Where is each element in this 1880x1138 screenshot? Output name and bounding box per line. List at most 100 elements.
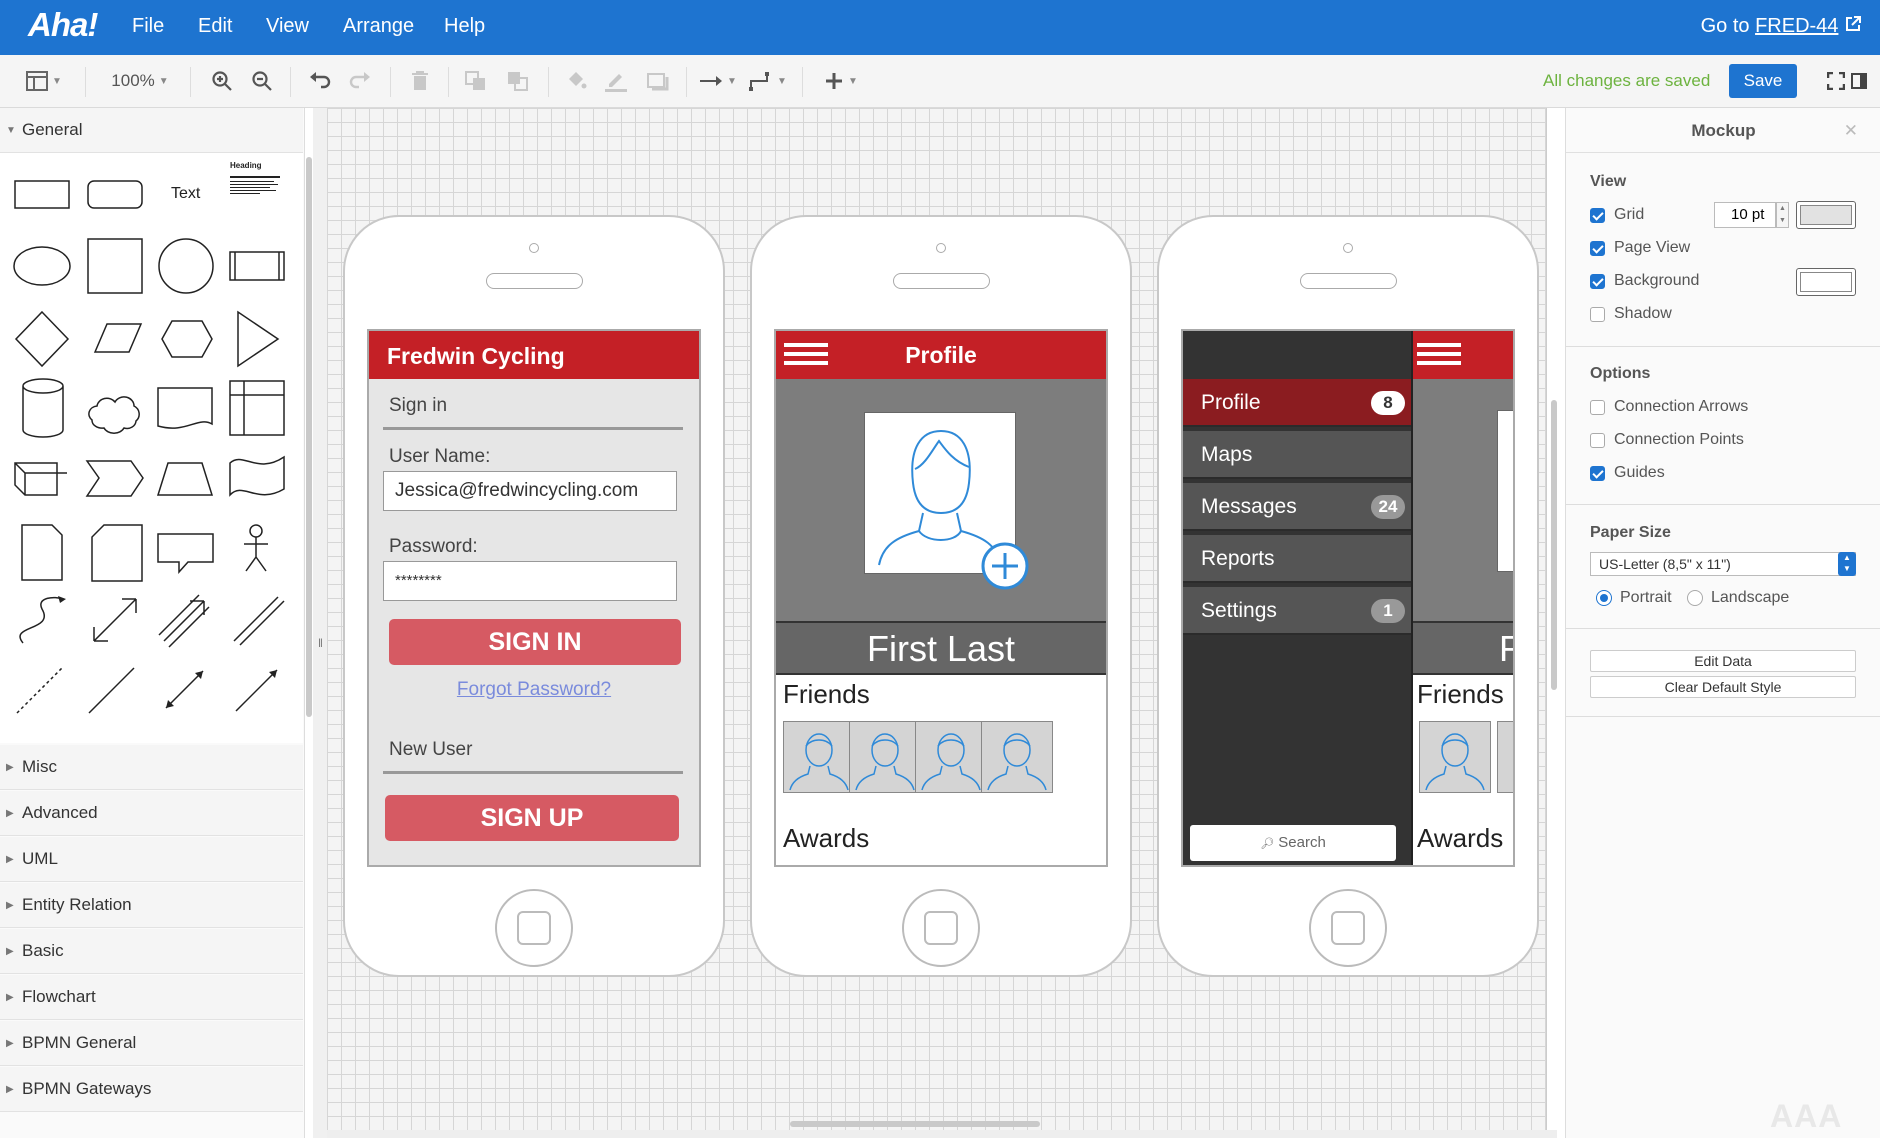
phone-mockup-profile[interactable]: Profile First Last Friends Awards	[750, 215, 1132, 977]
portrait-radio[interactable]: Portrait	[1596, 589, 1672, 607]
username-label: User Name:	[389, 446, 491, 467]
waypoints-button[interactable]: ▼	[748, 67, 788, 95]
delete-button[interactable]	[406, 67, 434, 95]
format-panel-button[interactable]: ▼	[20, 67, 68, 95]
forgot-password-link[interactable]: Forgot Password?	[369, 679, 699, 701]
shadow-icon	[647, 73, 669, 91]
friend-thumbnail[interactable]	[1497, 721, 1513, 793]
menu-edit[interactable]: Edit	[198, 15, 232, 38]
grid-color-swatch[interactable]	[1796, 201, 1856, 229]
toggle-panel-button[interactable]	[1848, 67, 1870, 95]
to-back-button[interactable]	[504, 67, 532, 95]
sidebar-splitter[interactable]	[313, 108, 327, 1138]
menu-file[interactable]: File	[132, 15, 164, 38]
paper-size-select[interactable]: US-Letter (8,5" x 11") ▲ ▼	[1590, 552, 1856, 576]
fill-color-button[interactable]	[562, 67, 590, 95]
aha-logo[interactable]: Aha!	[28, 6, 98, 44]
clear-default-style-button[interactable]: Clear Default Style	[1590, 676, 1856, 698]
drawer-item-settings[interactable]: Settings 1	[1183, 587, 1411, 635]
grid-checkbox[interactable]: Grid	[1590, 206, 1644, 224]
bring-to-front-icon	[465, 71, 485, 90]
drawer-item-profile[interactable]: Profile 8	[1183, 379, 1411, 427]
shape-heading[interactable]: Heading	[230, 161, 262, 170]
connection-style-button[interactable]: ▼	[698, 67, 738, 95]
connection-arrows-checkbox[interactable]: Connection Arrows	[1590, 398, 1748, 416]
page-view-checkbox[interactable]: Page View	[1590, 239, 1690, 257]
phone-mockup-signin[interactable]: Fredwin Cycling Sign in User Name: Jessi…	[343, 215, 725, 977]
section-advanced[interactable]: ▶ Advanced	[0, 791, 303, 836]
drawer-item-reports[interactable]: Reports	[1183, 535, 1411, 583]
home-button[interactable]	[902, 889, 980, 967]
friend-thumbnail[interactable]	[783, 721, 855, 793]
drawer-item-messages[interactable]: Messages 24	[1183, 483, 1411, 531]
canvas-horizontal-scrollbar[interactable]	[790, 1121, 1040, 1127]
section-entity-relation[interactable]: ▶ Entity Relation	[0, 883, 303, 928]
friend-thumbnail[interactable]	[849, 721, 921, 793]
zoom-select[interactable]: 100% ▼	[104, 67, 176, 95]
signup-button[interactable]: SIGN UP	[385, 795, 679, 841]
undo-button[interactable]	[306, 67, 334, 95]
radio-selected-icon	[1596, 590, 1612, 606]
section-flowchart[interactable]: ▶ Flowchart	[0, 975, 303, 1020]
person-icon	[789, 733, 849, 791]
zoom-out-button[interactable]	[248, 67, 276, 95]
home-button[interactable]	[495, 889, 573, 967]
friend-thumbnail[interactable]	[915, 721, 987, 793]
new-user-heading: New User	[389, 739, 473, 760]
add-photo-icon[interactable]	[980, 541, 1030, 591]
redo-button[interactable]	[346, 67, 374, 95]
splitter-grip-icon[interactable]: ‖	[318, 636, 323, 650]
menu-help[interactable]: Help	[444, 15, 485, 38]
toolbar-separator	[548, 67, 549, 97]
background-checkbox[interactable]: Background	[1590, 272, 1699, 290]
phone-camera	[1343, 243, 1353, 253]
shadow-checkbox[interactable]: Shadow	[1590, 305, 1672, 323]
section-basic[interactable]: ▶ Basic	[0, 929, 303, 974]
phone-screen: Profile First Last Friends Awards	[774, 329, 1108, 867]
shape-note	[21, 524, 63, 581]
drawer-item-maps[interactable]: Maps	[1183, 431, 1411, 479]
arrow-right-icon	[700, 76, 723, 86]
drawer-search-field[interactable]: 🔎︎ Search	[1190, 825, 1396, 861]
landscape-radio[interactable]: Landscape	[1687, 589, 1789, 607]
shape-card	[91, 524, 143, 582]
hamburger-menu-icon[interactable]	[1417, 343, 1461, 365]
canvas-vertical-scrollbar[interactable]	[1551, 400, 1557, 690]
menu-view[interactable]: View	[266, 15, 309, 38]
friend-thumbnail[interactable]	[1419, 721, 1491, 793]
menu-arrange[interactable]: Arrange	[343, 15, 414, 38]
signin-button[interactable]: SIGN IN	[389, 619, 681, 665]
hamburger-menu-icon[interactable]	[784, 343, 828, 365]
connection-points-checkbox[interactable]: Connection Points	[1590, 431, 1744, 449]
grid-size-input[interactable]: 10 pt	[1714, 202, 1776, 228]
sidebar-scrollbar[interactable]	[306, 157, 312, 717]
section-bpmn-gateways[interactable]: ▶ BPMN Gateways	[0, 1067, 303, 1112]
friend-thumbnail[interactable]	[981, 721, 1053, 793]
insert-button[interactable]: ▼	[818, 67, 864, 95]
guides-checkbox[interactable]: Guides	[1590, 464, 1665, 482]
section-uml[interactable]: ▶ UML	[0, 837, 303, 882]
section-bpmn-general[interactable]: ▶ BPMN General	[0, 1021, 303, 1066]
fullscreen-button[interactable]	[1824, 67, 1848, 95]
zoom-in-icon	[212, 71, 232, 91]
close-icon[interactable]: ✕	[1844, 121, 1858, 141]
background-color-swatch[interactable]	[1796, 268, 1856, 296]
phone-mockup-menu[interactable]: Profile 8 Maps Messages 24 Reports Setting…	[1157, 215, 1539, 977]
password-field[interactable]: ********	[383, 561, 677, 601]
line-color-button[interactable]	[602, 67, 630, 95]
record-id[interactable]: FRED-44	[1755, 15, 1838, 37]
section-general[interactable]: ▼ General	[0, 108, 303, 153]
save-button[interactable]: Save	[1729, 64, 1797, 98]
section-misc[interactable]: ▶ Misc	[0, 745, 303, 790]
goto-record-link[interactable]: Go to FRED-44	[1701, 15, 1862, 38]
edit-data-button[interactable]: Edit Data	[1590, 650, 1856, 672]
zoom-in-button[interactable]	[208, 67, 236, 95]
to-front-button[interactable]	[462, 67, 490, 95]
shadow-button[interactable]	[644, 67, 672, 95]
shape-link	[233, 596, 285, 646]
grid-size-stepper[interactable]: ▲ ▼	[1776, 202, 1789, 228]
caret-down-icon: ▼	[727, 75, 737, 87]
username-field[interactable]: Jessica@fredwincycling.com	[383, 471, 677, 511]
home-button[interactable]	[1309, 889, 1387, 967]
shape-text[interactable]: Text	[171, 185, 200, 203]
